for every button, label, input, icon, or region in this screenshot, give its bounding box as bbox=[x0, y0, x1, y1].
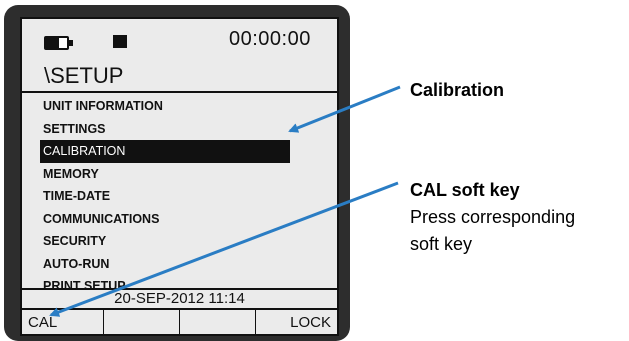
cal-softkey-callout-title: CAL soft key bbox=[410, 180, 520, 200]
calibration-callout: Calibration bbox=[410, 80, 504, 101]
cal-softkey-arrow bbox=[49, 181, 399, 317]
cal-softkey-callout-desc-1: Press corresponding bbox=[410, 207, 576, 227]
cal-softkey-callout-desc-2: soft key bbox=[410, 234, 473, 254]
cal-softkey-callout: CAL soft key Press corresponding soft ke… bbox=[410, 177, 575, 258]
callout-arrows bbox=[49, 85, 401, 317]
calibration-callout-label: Calibration bbox=[410, 80, 505, 100]
calibration-arrow bbox=[288, 85, 401, 133]
